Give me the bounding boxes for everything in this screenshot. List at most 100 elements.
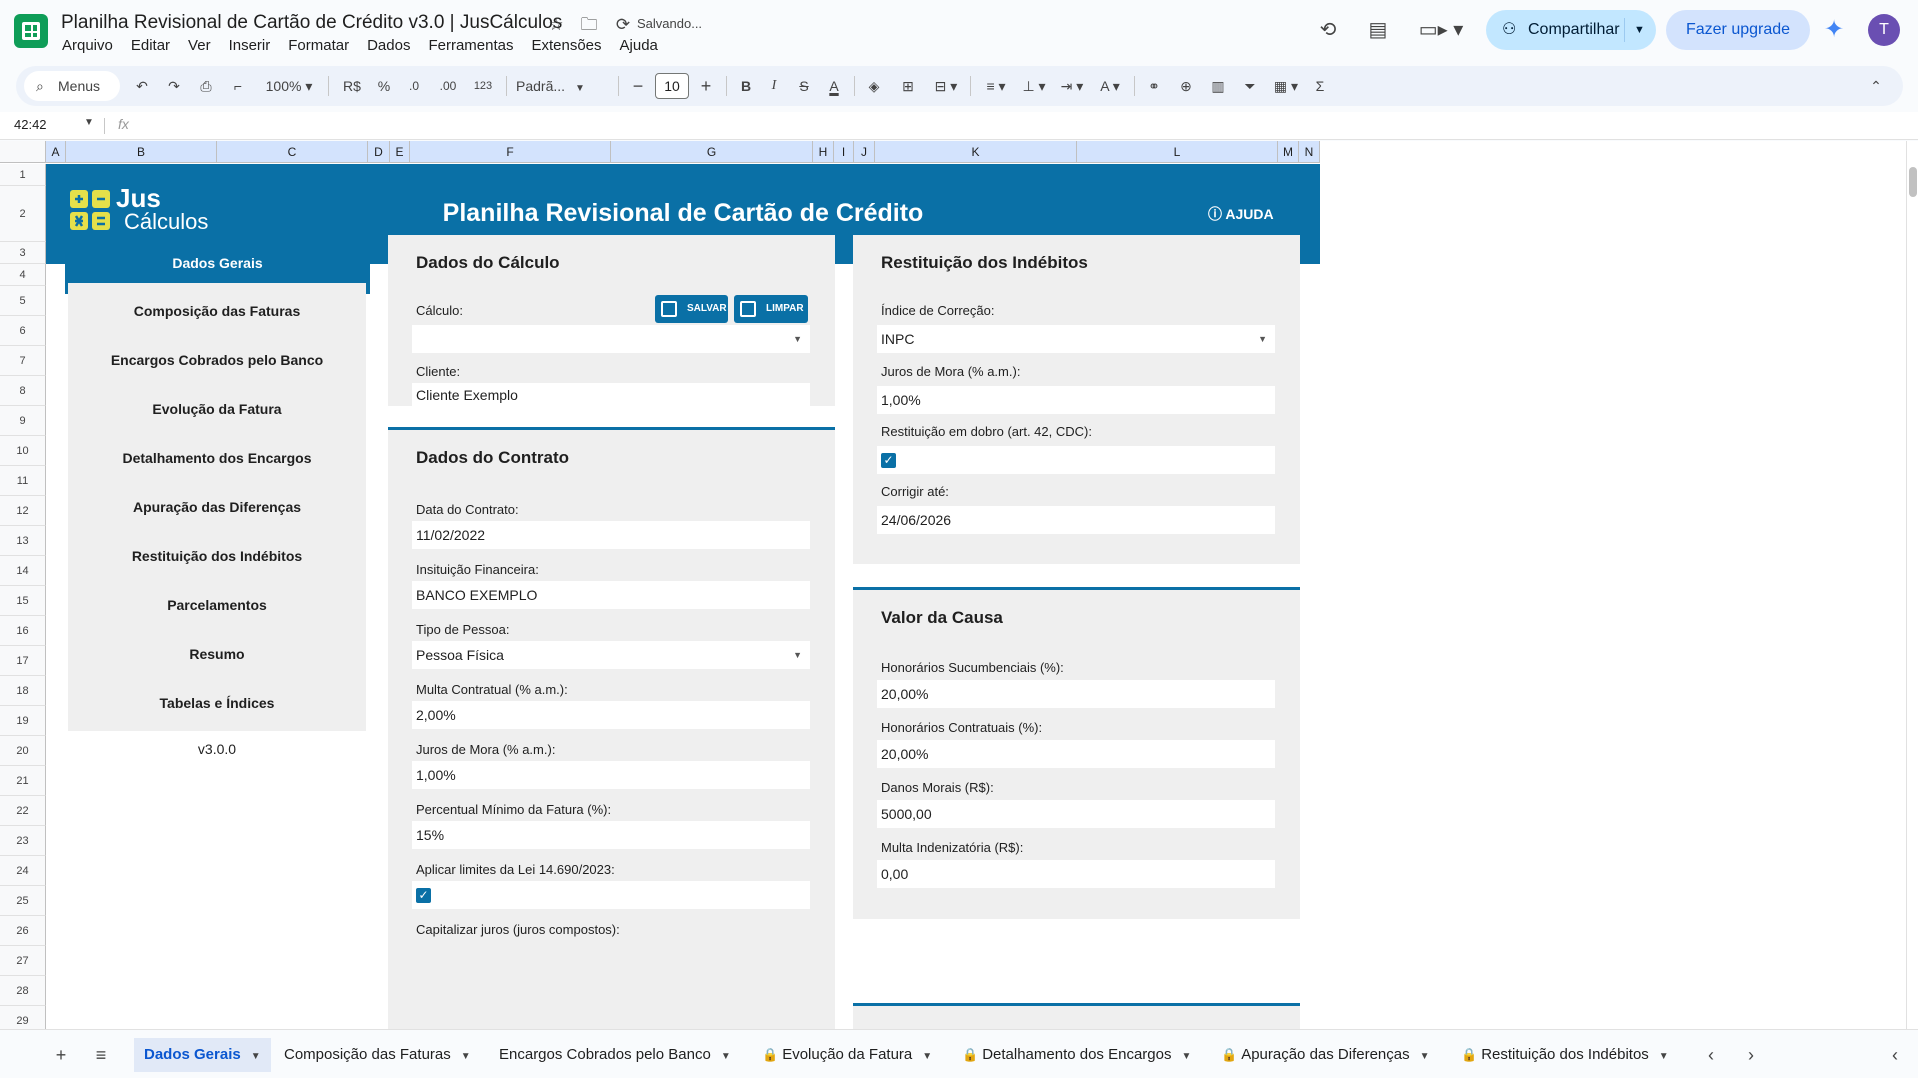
version-history-icon[interactable]: ⟲ [1312, 14, 1344, 46]
correct-until-input[interactable]: 24/06/2026 [877, 506, 1275, 534]
correction-index-select[interactable]: INPC ▼ [877, 325, 1275, 353]
row-header[interactable]: 16 [0, 616, 46, 646]
row-header[interactable]: 25 [0, 886, 46, 916]
row-header[interactable]: 10 [0, 436, 46, 466]
menu-editar[interactable]: Editar [131, 37, 170, 54]
all-sheets-icon[interactable]: ≡ [88, 1038, 114, 1072]
contr-fees-input[interactable]: 20,00% [877, 740, 1275, 768]
vertical-scrollbar[interactable] [1906, 141, 1918, 1029]
collapse-toolbar-icon[interactable]: ⌃ [1864, 66, 1888, 106]
tab-dropdown-icon[interactable]: ▼ [251, 1051, 261, 1062]
column-header-h[interactable]: H [813, 141, 834, 163]
nav-detalhamento-encargos[interactable]: Detalhamento dos Encargos [68, 430, 366, 486]
clear-button[interactable]: LIMPAR [734, 295, 808, 323]
gemini-icon[interactable]: ✦ [1824, 14, 1844, 46]
sheets-logo-icon[interactable] [14, 14, 48, 48]
row-header[interactable]: 20 [0, 736, 46, 766]
name-box-dropdown-icon[interactable]: ▼ [84, 117, 94, 128]
person-type-select[interactable]: Pessoa Física ▼ [412, 641, 810, 669]
row-header[interactable]: 29 [0, 1006, 46, 1029]
menu-dados[interactable]: Dados [367, 37, 410, 54]
font-size-decrease-icon[interactable]: − [626, 66, 650, 106]
menu-ver[interactable]: Ver [188, 37, 211, 54]
comment-icon[interactable]: ⊕ [1174, 66, 1198, 106]
nav-apuracao-diferencas[interactable]: Apuração das Diferenças [68, 479, 366, 535]
refund-interest-input[interactable]: 1,00% [877, 386, 1275, 414]
functions-icon[interactable]: Σ [1308, 66, 1332, 106]
bold-icon[interactable]: B [734, 66, 758, 106]
menu-formatar[interactable]: Formatar [288, 37, 349, 54]
tab-dados-gerais[interactable]: Dados Gerais ▼ [134, 1038, 271, 1072]
currency-format-button[interactable]: R$ [338, 66, 366, 106]
more-formats-button[interactable]: 123 [468, 66, 498, 106]
row-header[interactable]: 4 [0, 264, 46, 286]
chart-icon[interactable]: ▥ [1206, 66, 1230, 106]
comments-icon[interactable]: ▤ [1362, 14, 1394, 46]
penalty-input[interactable]: 0,00 [877, 860, 1275, 888]
italic-icon[interactable]: I [762, 66, 786, 106]
horizontal-align-icon[interactable]: ≡ ▾ [978, 66, 1014, 106]
save-button[interactable]: SALVAR [655, 295, 728, 323]
moral-damages-input[interactable]: 5000,00 [877, 800, 1275, 828]
nav-parcelamentos[interactable]: Parcelamentos [68, 577, 366, 633]
print-icon[interactable]: ⎙ [194, 66, 218, 106]
tab-dropdown-icon[interactable]: ▼ [461, 1051, 471, 1062]
percent-format-button[interactable]: % [372, 66, 396, 106]
menu-ferramentas[interactable]: Ferramentas [428, 37, 513, 54]
text-color-icon[interactable]: A [822, 66, 846, 106]
name-box[interactable]: 42:42 [14, 117, 47, 132]
institution-input[interactable]: BANCO EXEMPLO [412, 581, 810, 609]
tab-composicao-faturas[interactable]: Composição das Faturas ▼ [284, 1038, 471, 1072]
min-percent-input[interactable]: 15% [412, 821, 810, 849]
row-header[interactable]: 7 [0, 346, 46, 376]
select-all-corner[interactable] [0, 141, 46, 163]
meet-video-icon[interactable]: ▭▸ ▾ [1418, 14, 1464, 46]
row-header[interactable]: 8 [0, 376, 46, 406]
menu-inserir[interactable]: Inserir [229, 37, 271, 54]
help-link[interactable]: ⓘ AJUDA [1208, 204, 1274, 224]
decrease-decimal-button[interactable]: .0 [400, 66, 428, 106]
move-folder-icon[interactable]: 🗀 [578, 14, 600, 36]
column-header-j[interactable]: J [854, 141, 875, 163]
tab-evolucao-fatura[interactable]: 🔒 Evolução da Fatura ▼ [762, 1038, 932, 1072]
scrollbar-thumb[interactable] [1909, 167, 1917, 197]
double-refund-checkbox[interactable]: ✓ [881, 453, 896, 468]
font-size-increase-icon[interactable]: + [694, 66, 718, 106]
law-limits-checkbox[interactable]: ✓ [416, 888, 431, 903]
column-header-e[interactable]: E [390, 141, 410, 163]
menu-extensoes[interactable]: Extensões [531, 37, 601, 54]
row-header[interactable]: 12 [0, 496, 46, 526]
row-header[interactable]: 18 [0, 676, 46, 706]
filter-views-icon[interactable]: ▦ ▾ [1268, 66, 1304, 106]
nav-evolucao-fatura[interactable]: Evolução da Fatura [68, 381, 366, 437]
row-header[interactable]: 3 [0, 242, 46, 264]
row-header[interactable]: 28 [0, 976, 46, 1006]
tab-restituicao-indebitos[interactable]: 🔒 Restituição dos Indébitos ▼ [1461, 1038, 1669, 1072]
tab-dropdown-icon[interactable]: ▼ [922, 1051, 932, 1062]
row-header[interactable]: 19 [0, 706, 46, 736]
row-header[interactable]: 27 [0, 946, 46, 976]
calc-select[interactable]: ▼ [412, 325, 810, 353]
star-icon[interactable]: ☆ [545, 14, 567, 36]
column-header-i[interactable]: I [834, 141, 854, 163]
menu-ajuda[interactable]: Ajuda [620, 37, 658, 54]
row-header[interactable]: 13 [0, 526, 46, 556]
tab-dropdown-icon[interactable]: ▼ [1659, 1051, 1669, 1062]
row-header[interactable]: 24 [0, 856, 46, 886]
strikethrough-icon[interactable]: S [792, 66, 816, 106]
share-button[interactable]: ⚇ Compartilhar ▼ [1486, 10, 1656, 50]
tab-dropdown-icon[interactable]: ▼ [1181, 1051, 1191, 1062]
paint-format-icon[interactable]: ⌐ [226, 66, 250, 106]
font-size-input[interactable]: 10 [655, 73, 689, 99]
column-header-l[interactable]: L [1077, 141, 1278, 163]
contract-date-input[interactable]: 11/02/2022 [412, 521, 810, 549]
row-header[interactable]: 2 [0, 186, 46, 242]
menus-search[interactable]: ⌕ Menus [24, 71, 120, 101]
column-header-m[interactable]: M [1278, 141, 1299, 163]
upgrade-button[interactable]: Fazer upgrade [1666, 10, 1810, 50]
text-wrap-icon[interactable]: ⇥ ▾ [1054, 66, 1090, 106]
font-select[interactable]: Padrã... ▼ [516, 66, 600, 106]
fill-color-icon[interactable]: ◈ [862, 66, 886, 106]
column-header-b[interactable]: B [66, 141, 217, 163]
column-header-f[interactable]: F [410, 141, 611, 163]
